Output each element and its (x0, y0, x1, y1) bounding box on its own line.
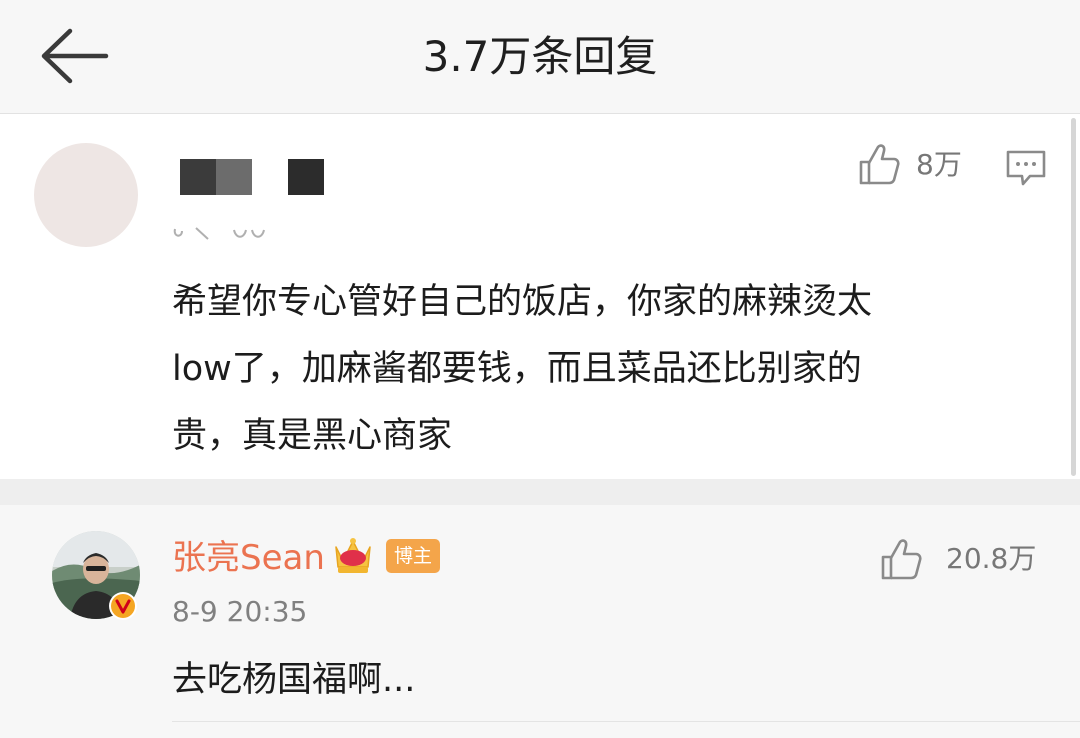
blogger-reply: 张亮Sean 博主 8-9 20:35 20.8万 去吃杨国福啊... (0, 505, 1080, 738)
crown-icon (335, 538, 371, 573)
page-title: 3.7万条回复 (422, 32, 658, 81)
like-icon[interactable] (880, 537, 922, 581)
scrollbar[interactable] (1071, 118, 1076, 476)
comment-line: 贵，真是黑心商家 (172, 416, 453, 456)
top-bar: 3.7万条回复 (0, 0, 1080, 114)
like-count: 8万 (916, 148, 962, 181)
comment-line: low了，加麻酱都要钱，而且菜品还比别家的 (172, 349, 862, 389)
comment-content: 希望你专心管好自己的饭店，你家的麻辣烫太 low了，加麻酱都要钱，而且菜品还比别… (172, 269, 872, 470)
blogger-badge: 博主 (386, 539, 440, 573)
divider (172, 721, 1080, 722)
main-comment: 8万 希望你专心管好自己的饭店，你家的麻辣烫太 low了，加麻酱都要钱，而且菜品… (0, 115, 1080, 479)
comment-line: 希望你专心管好自己的饭店，你家的麻辣烫太 (172, 282, 873, 322)
like-icon[interactable] (858, 142, 900, 186)
username-redacted (288, 159, 324, 195)
section-divider (0, 479, 1080, 505)
reply-content: 去吃杨国福啊... (172, 660, 416, 700)
comment-icon[interactable] (1004, 148, 1048, 188)
like-count: 20.8万 (946, 542, 1037, 575)
avatar[interactable] (34, 143, 138, 247)
timestamp-cropped (173, 227, 265, 240)
timestamp: 8-9 20:35 (172, 595, 308, 628)
username-redacted (180, 159, 252, 195)
username[interactable]: 张亮Sean (172, 535, 325, 581)
verified-badge-icon (109, 592, 137, 620)
